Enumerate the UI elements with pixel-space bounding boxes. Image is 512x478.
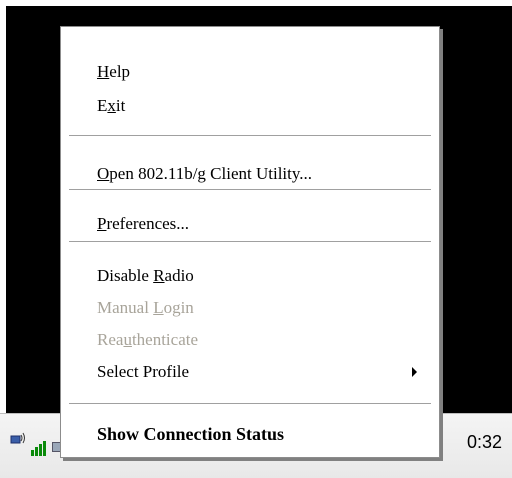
menu-separator (69, 403, 431, 405)
help-mnemonic: H (97, 62, 110, 81)
reauthenticate-prefix: Rea (97, 330, 124, 349)
menu-item-show-connection-status[interactable]: Show Connection Status (97, 423, 427, 445)
menu-item-help[interactable]: Help (97, 61, 427, 83)
signal-strength-icon[interactable] (30, 440, 46, 456)
submenu-arrow-icon (412, 367, 417, 377)
menu-item-select-profile[interactable]: Select Profile (97, 361, 427, 383)
menu-item-manual-login: Manual Login (97, 297, 427, 319)
menu-separator (69, 241, 431, 243)
menu-item-open-client-utility[interactable]: Open 802.11b/g Client Utility... (97, 163, 427, 185)
help-label: elp (109, 62, 131, 81)
context-menu: Help Exit Open 802.11b/g Client Utility.… (60, 26, 440, 458)
menu-item-reauthenticate: Reauthenticate (97, 329, 427, 351)
disable-radio-label: adio (164, 266, 194, 285)
menu-separator (69, 189, 431, 191)
select-profile-label: Select Profile (97, 362, 190, 381)
manual-login-label: ogin (163, 298, 194, 317)
menu-item-exit[interactable]: Exit (97, 95, 427, 117)
disable-radio-mnemonic: R (153, 266, 165, 285)
open-utility-label: pen 802.11b/g Client Utility... (109, 164, 313, 183)
reauthenticate-label: thenticate (131, 330, 199, 349)
wireless-network-icon[interactable] (10, 432, 26, 446)
exit-label-prefix: E (97, 96, 108, 115)
exit-mnemonic: x (107, 96, 116, 115)
menu-separator (69, 135, 431, 137)
menu-item-preferences[interactable]: Preferences... (97, 213, 427, 235)
reauthenticate-mnemonic: u (123, 330, 132, 349)
manual-login-mnemonic: L (153, 298, 164, 317)
manual-login-prefix: Manual (97, 298, 154, 317)
menu-item-disable-radio[interactable]: Disable Radio (97, 265, 427, 287)
disable-radio-prefix: Disable (97, 266, 154, 285)
tray-clock[interactable]: 0:32 (467, 432, 502, 453)
show-connection-status-label: Show Connection Status (97, 424, 285, 444)
preferences-label: references... (106, 214, 190, 233)
open-utility-mnemonic: O (97, 164, 110, 183)
exit-label: it (115, 96, 126, 115)
